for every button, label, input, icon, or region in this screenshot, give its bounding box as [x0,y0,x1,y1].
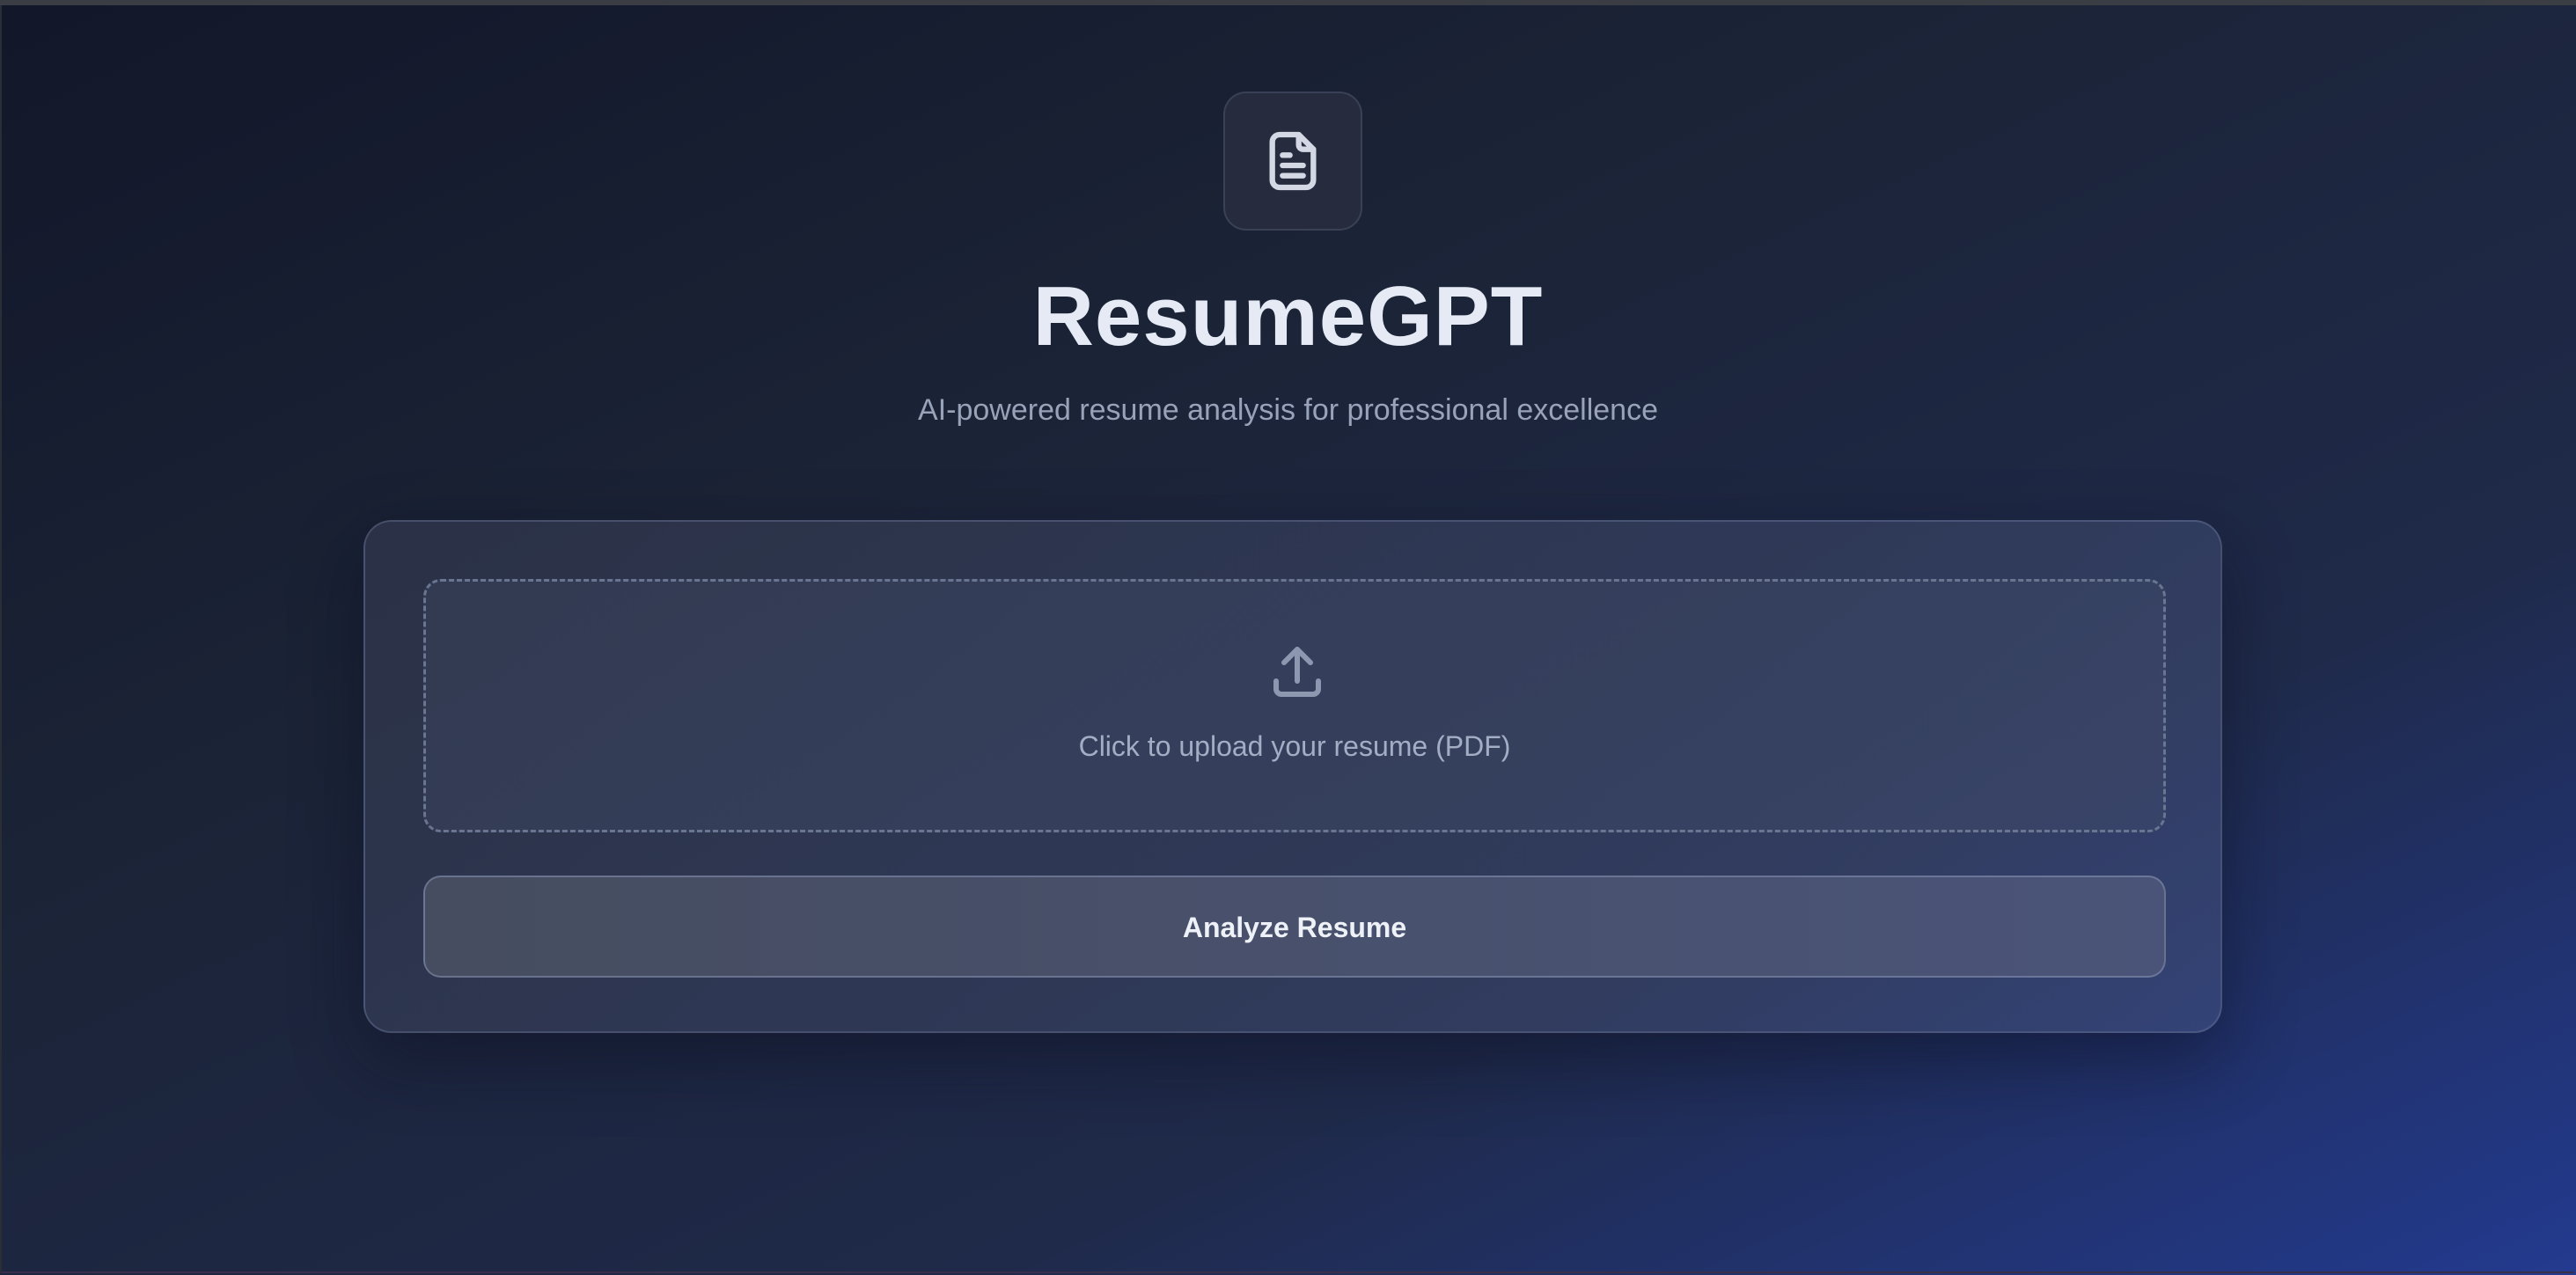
page-subtitle: AI-powered resume analysis for professio… [918,393,1658,427]
upload-label: Click to upload your resume (PDF) [1078,730,1511,762]
logo-tile [1223,92,1362,231]
analyze-resume-button[interactable]: Analyze Resume [423,876,2166,978]
page-title: ResumeGPT [1032,269,1544,363]
resume-upload-dropzone[interactable]: Click to upload your resume (PDF) [423,579,2166,832]
document-icon [1269,131,1317,191]
upload-card: Click to upload your resume (PDF) Analyz… [363,520,2222,1033]
upload-icon [1273,647,1321,697]
